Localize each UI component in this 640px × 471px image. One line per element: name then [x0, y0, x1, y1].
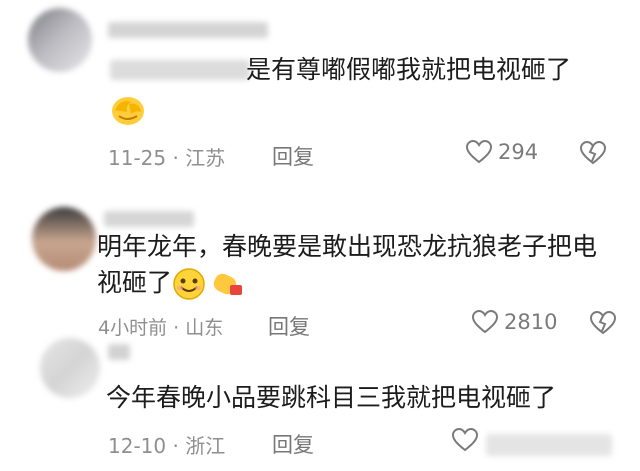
comment-meta: 11-25 · 江苏 [108, 142, 225, 171]
smile-emoji-icon [173, 268, 205, 300]
comment-2: 明年龙年，春晚要是敢出现恐龙抗狼老子把电 视砸了 4小时前 · 山东 回复 28… [0, 195, 640, 345]
reply-button[interactable]: 回复 [272, 141, 314, 171]
cover-face-emoji-icon [112, 97, 144, 125]
username-blurred[interactable] [104, 211, 194, 227]
avatar[interactable] [40, 338, 100, 398]
comment-location: 江苏 [185, 146, 226, 170]
username-blurred[interactable] [108, 22, 268, 38]
comment-text-line2: 视砸了 [97, 268, 173, 297]
comment-meta: 12-10 · 浙江 [108, 430, 225, 459]
meta-separator: · [172, 146, 179, 170]
comment-text: 是有尊嘟假嘟我就把电视砸了 [246, 55, 572, 84]
comment-location: 浙江 [185, 434, 226, 458]
comment-text: 今年春晚小品要跳科目三我就把电视砸了 [106, 383, 557, 412]
obscured-area [486, 434, 612, 456]
comment-date: 11-25 [108, 146, 167, 170]
avatar[interactable] [28, 8, 92, 72]
avatar[interactable] [32, 207, 96, 271]
comment-3: 今年春晚小品要跳科目三我就把电视砸了 12-10 · 浙江 回复 [0, 330, 640, 471]
meta-separator: · [172, 434, 179, 458]
text-blurred-prefix [110, 60, 250, 80]
username-blurred[interactable] [108, 344, 130, 360]
heart-icon [452, 428, 478, 452]
like-button[interactable] [452, 428, 484, 452]
like-count: 294 [498, 140, 539, 164]
comment-1: 是有尊嘟假嘟我就把电视砸了 11-25 · 江苏 回复 294 [0, 0, 640, 170]
like-button[interactable]: 294 [466, 140, 538, 164]
heart-icon [466, 140, 492, 164]
reply-button[interactable]: 回复 [272, 429, 314, 459]
comment-date: 12-10 [108, 434, 167, 458]
fist-hand-emoji-icon [213, 273, 242, 295]
broken-heart-icon[interactable] [580, 141, 606, 165]
comment-text-line1: 明年龙年，春晚要是敢出现恐龙抗狼老子把电 [97, 232, 598, 261]
